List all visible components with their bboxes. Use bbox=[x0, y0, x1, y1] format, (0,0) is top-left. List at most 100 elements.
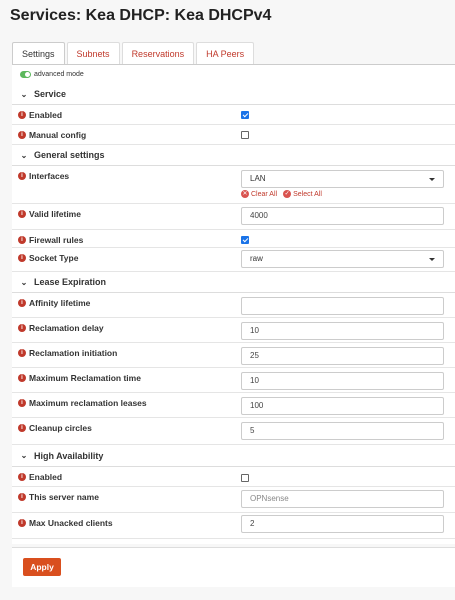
socket-type-value: raw bbox=[250, 254, 263, 263]
info-icon[interactable]: i bbox=[18, 424, 26, 432]
manual-config-checkbox[interactable] bbox=[241, 131, 249, 139]
max-reclamation-leases-input[interactable]: 100 bbox=[241, 397, 444, 415]
max-reclamation-time-input[interactable]: 10 bbox=[241, 372, 444, 390]
row-firewall-rules: i Firewall rules bbox=[12, 230, 455, 248]
tab-ha-peers[interactable]: HA Peers bbox=[196, 42, 255, 65]
field-label: i This server name bbox=[18, 492, 99, 502]
footer-actions: Apply bbox=[12, 547, 455, 587]
field-label: i Max Unacked clients bbox=[18, 518, 113, 528]
reclamation-initiation-label: Reclamation initiation bbox=[29, 348, 118, 358]
clear-all-label: Clear All bbox=[251, 190, 278, 198]
chevron-down-icon: ⌄ bbox=[20, 451, 28, 460]
server-name-input[interactable]: OPNsense bbox=[241, 490, 444, 508]
row-interfaces: i Interfaces LAN ✕ Clear All ✓ Select Al… bbox=[12, 166, 455, 204]
valid-lifetime-input[interactable]: 4000 bbox=[241, 207, 444, 225]
enabled-label: Enabled bbox=[29, 110, 63, 120]
section-general-settings[interactable]: ⌄ General settings bbox=[12, 145, 455, 166]
interfaces-label: Interfaces bbox=[29, 171, 70, 181]
advanced-mode-toggle[interactable]: advanced mode bbox=[20, 69, 84, 79]
info-icon[interactable]: i bbox=[18, 111, 26, 119]
max-reclamation-leases-label: Maximum reclamation leases bbox=[29, 398, 147, 408]
select-all-label: Select All bbox=[293, 190, 322, 198]
clear-icon: ✕ bbox=[241, 190, 249, 198]
row-max-reclamation-leases: i Maximum reclamation leases 100 bbox=[12, 393, 455, 418]
field-label: i Affinity lifetime bbox=[18, 298, 90, 308]
max-unacked-label: Max Unacked clients bbox=[29, 518, 113, 528]
field-label: i Enabled bbox=[18, 472, 62, 482]
row-reclamation-initiation: i Reclamation initiation 25 bbox=[12, 343, 455, 368]
reclamation-initiation-input[interactable]: 25 bbox=[241, 347, 444, 365]
row-valid-lifetime: i Valid lifetime 4000 bbox=[12, 204, 455, 230]
page-title: Services: Kea DHCP: Kea DHCPv4 bbox=[10, 7, 272, 24]
tab-subnets[interactable]: Subnets bbox=[66, 42, 120, 65]
info-icon[interactable]: i bbox=[18, 324, 26, 332]
row-manual-config: i Manual config bbox=[12, 125, 455, 145]
advanced-mode-label: advanced mode bbox=[34, 70, 84, 78]
row-server-name: i This server name OPNsense bbox=[12, 487, 455, 513]
field-label: i Enabled bbox=[18, 110, 62, 120]
caret-down-icon bbox=[429, 258, 435, 261]
field-label: i Interfaces bbox=[18, 171, 69, 181]
row-max-unacked: i Max Unacked clients 2 bbox=[12, 513, 455, 539]
section-title: General settings bbox=[34, 150, 105, 160]
clear-all-link[interactable]: ✕ Clear All bbox=[241, 190, 277, 198]
info-icon[interactable]: i bbox=[18, 493, 26, 501]
firewall-rules-label: Firewall rules bbox=[29, 235, 84, 245]
row-reclamation-delay: i Reclamation delay 10 bbox=[12, 318, 455, 343]
info-icon[interactable]: i bbox=[18, 349, 26, 357]
reclamation-delay-label: Reclamation delay bbox=[29, 323, 104, 333]
socket-type-label: Socket Type bbox=[29, 253, 79, 263]
field-label: i Valid lifetime bbox=[18, 209, 81, 219]
ha-enabled-label: Enabled bbox=[29, 472, 63, 482]
tab-bar: Settings Subnets Reservations HA Peers bbox=[12, 42, 256, 66]
enabled-checkbox[interactable] bbox=[241, 111, 249, 119]
valid-lifetime-label: Valid lifetime bbox=[29, 209, 81, 219]
settings-panel: advanced mode ⌄ Service i Enabled i Manu… bbox=[12, 64, 455, 544]
info-icon[interactable]: i bbox=[18, 473, 26, 481]
row-ha-enabled: i Enabled bbox=[12, 467, 455, 487]
row-socket-type: i Socket Type raw bbox=[12, 248, 455, 272]
interfaces-select[interactable]: LAN bbox=[241, 170, 444, 188]
section-title: Service bbox=[34, 89, 67, 99]
cleanup-circles-input[interactable]: 5 bbox=[241, 422, 444, 440]
row-enabled: i Enabled bbox=[12, 105, 455, 125]
info-icon[interactable]: i bbox=[18, 210, 26, 218]
firewall-rules-checkbox[interactable] bbox=[241, 236, 249, 244]
section-service[interactable]: ⌄ Service bbox=[12, 84, 455, 105]
manual-config-label: Manual config bbox=[29, 130, 87, 140]
section-high-availability[interactable]: ⌄ High Availability bbox=[12, 445, 455, 467]
caret-down-icon bbox=[429, 178, 435, 181]
info-icon[interactable]: i bbox=[18, 172, 26, 180]
field-label: i Maximum reclamation leases bbox=[18, 398, 147, 408]
info-icon[interactable]: i bbox=[18, 299, 26, 307]
info-icon[interactable]: i bbox=[18, 131, 26, 139]
max-unacked-input[interactable]: 2 bbox=[241, 515, 444, 533]
info-icon[interactable]: i bbox=[18, 254, 26, 262]
reclamation-delay-input[interactable]: 10 bbox=[241, 322, 444, 340]
interfaces-value: LAN bbox=[250, 174, 266, 183]
affinity-lifetime-input[interactable] bbox=[241, 297, 444, 315]
row-max-reclamation-time: i Maximum Reclamation time 10 bbox=[12, 368, 455, 393]
ha-enabled-checkbox[interactable] bbox=[241, 474, 249, 482]
section-title: High Availability bbox=[34, 450, 104, 461]
affinity-lifetime-label: Affinity lifetime bbox=[29, 298, 91, 308]
apply-button[interactable]: Apply bbox=[23, 558, 61, 576]
tab-reservations[interactable]: Reservations bbox=[121, 42, 195, 65]
tab-settings[interactable]: Settings bbox=[12, 42, 65, 66]
info-icon[interactable]: i bbox=[18, 519, 26, 527]
select-all-link[interactable]: ✓ Select All bbox=[283, 190, 322, 198]
field-label: i Maximum Reclamation time bbox=[18, 373, 141, 383]
check-icon: ✓ bbox=[283, 190, 292, 198]
socket-type-select[interactable]: raw bbox=[241, 250, 444, 268]
toggle-icon[interactable] bbox=[20, 70, 31, 78]
chevron-down-icon: ⌄ bbox=[20, 150, 28, 160]
cleanup-circles-label: Cleanup circles bbox=[29, 423, 92, 433]
field-label: i Firewall rules bbox=[18, 235, 83, 245]
info-icon[interactable]: i bbox=[18, 374, 26, 382]
info-icon[interactable]: i bbox=[18, 236, 26, 244]
chevron-down-icon: ⌄ bbox=[20, 277, 28, 287]
info-icon[interactable]: i bbox=[18, 399, 26, 407]
section-lease-expiration[interactable]: ⌄ Lease Expiration bbox=[12, 272, 455, 293]
field-label: i Manual config bbox=[18, 130, 86, 140]
server-name-label: This server name bbox=[29, 492, 99, 502]
